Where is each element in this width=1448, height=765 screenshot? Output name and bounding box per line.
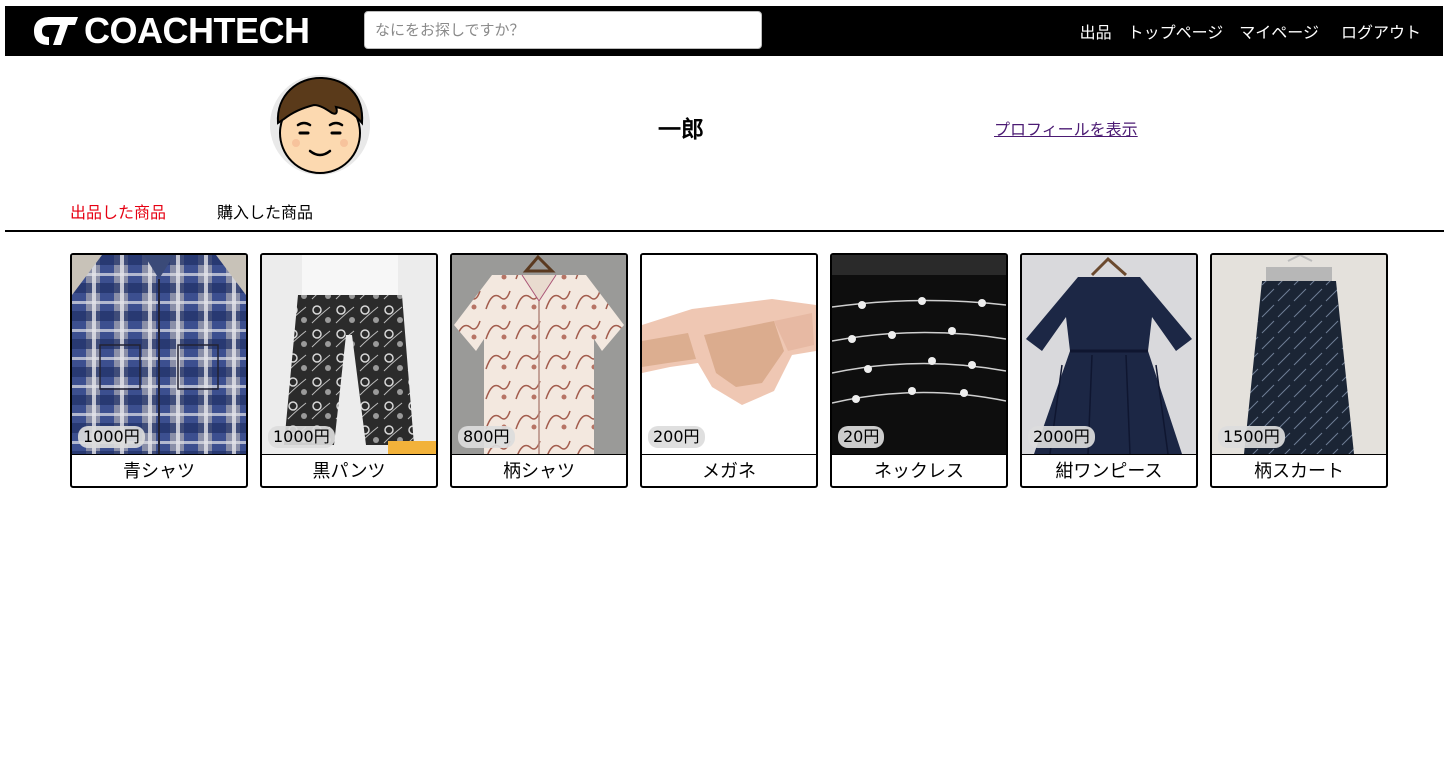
item-card[interactable]: 1000円 青シャツ (70, 253, 248, 488)
item-name: 柄スカート (1254, 461, 1344, 482)
search-input[interactable] (364, 11, 762, 49)
profile-name: 一郎 (658, 117, 704, 143)
nav-sell-link[interactable]: 出品 (1080, 19, 1112, 43)
item-image: 1000円 (262, 255, 436, 455)
item-name: 黒パンツ (312, 461, 386, 482)
item-image: 800円 (452, 255, 626, 455)
item-card[interactable]: 1000円 黒パンツ (260, 253, 438, 488)
boy-avatar-icon (270, 75, 370, 175)
plaid-shirt-photo-icon (72, 255, 246, 454)
logo-text: COACHTECH (84, 10, 310, 51)
item-name: 紺ワンピース (1055, 461, 1163, 482)
coachtech-logo[interactable]: COACHTECH (30, 10, 310, 51)
patterned-pants-photo-icon (262, 255, 436, 454)
item-image: 2000円 (1022, 255, 1196, 455)
item-price: 1500円 (1218, 426, 1285, 448)
item-price: 20円 (838, 426, 885, 448)
patterned-skirt-photo-icon (1212, 255, 1386, 454)
item-card[interactable]: 800円 柄シャツ (450, 253, 628, 488)
navy-dress-photo-icon (1022, 255, 1196, 454)
item-price: 200円 (648, 426, 705, 448)
item-price: 1000円 (268, 426, 335, 448)
item-price: 1000円 (78, 426, 145, 448)
item-image: 1500円 (1212, 255, 1386, 455)
tab-divider (5, 230, 1444, 232)
sunglasses-photo-icon (642, 255, 816, 454)
item-card[interactable]: 20円 ネックレス (830, 253, 1008, 488)
patterned-shirt-photo-icon (452, 255, 626, 454)
ct-logo-icon (34, 17, 78, 45)
site-header: COACHTECH 出品 トップページ マイページ ログアウト (5, 6, 1443, 56)
item-card[interactable]: 1500円 柄スカート (1210, 253, 1388, 488)
item-price: 800円 (458, 426, 515, 448)
tab-bought-items[interactable]: 購入した商品 (217, 199, 313, 223)
item-card[interactable]: 200円 メガネ (640, 253, 818, 488)
item-price: 2000円 (1028, 426, 1095, 448)
header-nav: 出品 トップページ マイページ ログアウト (1064, 6, 1421, 56)
item-image: 20円 (832, 255, 1006, 455)
item-image: 1000円 (72, 255, 246, 455)
item-name: 青シャツ (123, 461, 195, 482)
nav-logout-link[interactable]: ログアウト (1341, 19, 1421, 43)
item-name: メガネ (702, 461, 756, 482)
item-name: ネックレス (874, 461, 964, 482)
pearl-necklace-photo-icon (832, 255, 1006, 454)
nav-top-page-link[interactable]: トップページ (1128, 19, 1224, 43)
item-card[interactable]: 2000円 紺ワンピース (1020, 253, 1198, 488)
item-image: 200円 (642, 255, 816, 455)
item-name: 柄シャツ (503, 461, 575, 482)
tab-sold-items[interactable]: 出品した商品 (70, 199, 166, 223)
view-profile-link[interactable]: プロフィールを表示 (994, 116, 1138, 140)
nav-my-page-link[interactable]: マイページ (1239, 19, 1319, 43)
avatar (270, 75, 370, 175)
item-grid: 1000円 青シャツ 1000円 黒パンツ 800円 柄シャツ 200円 メガネ… (70, 253, 1388, 488)
